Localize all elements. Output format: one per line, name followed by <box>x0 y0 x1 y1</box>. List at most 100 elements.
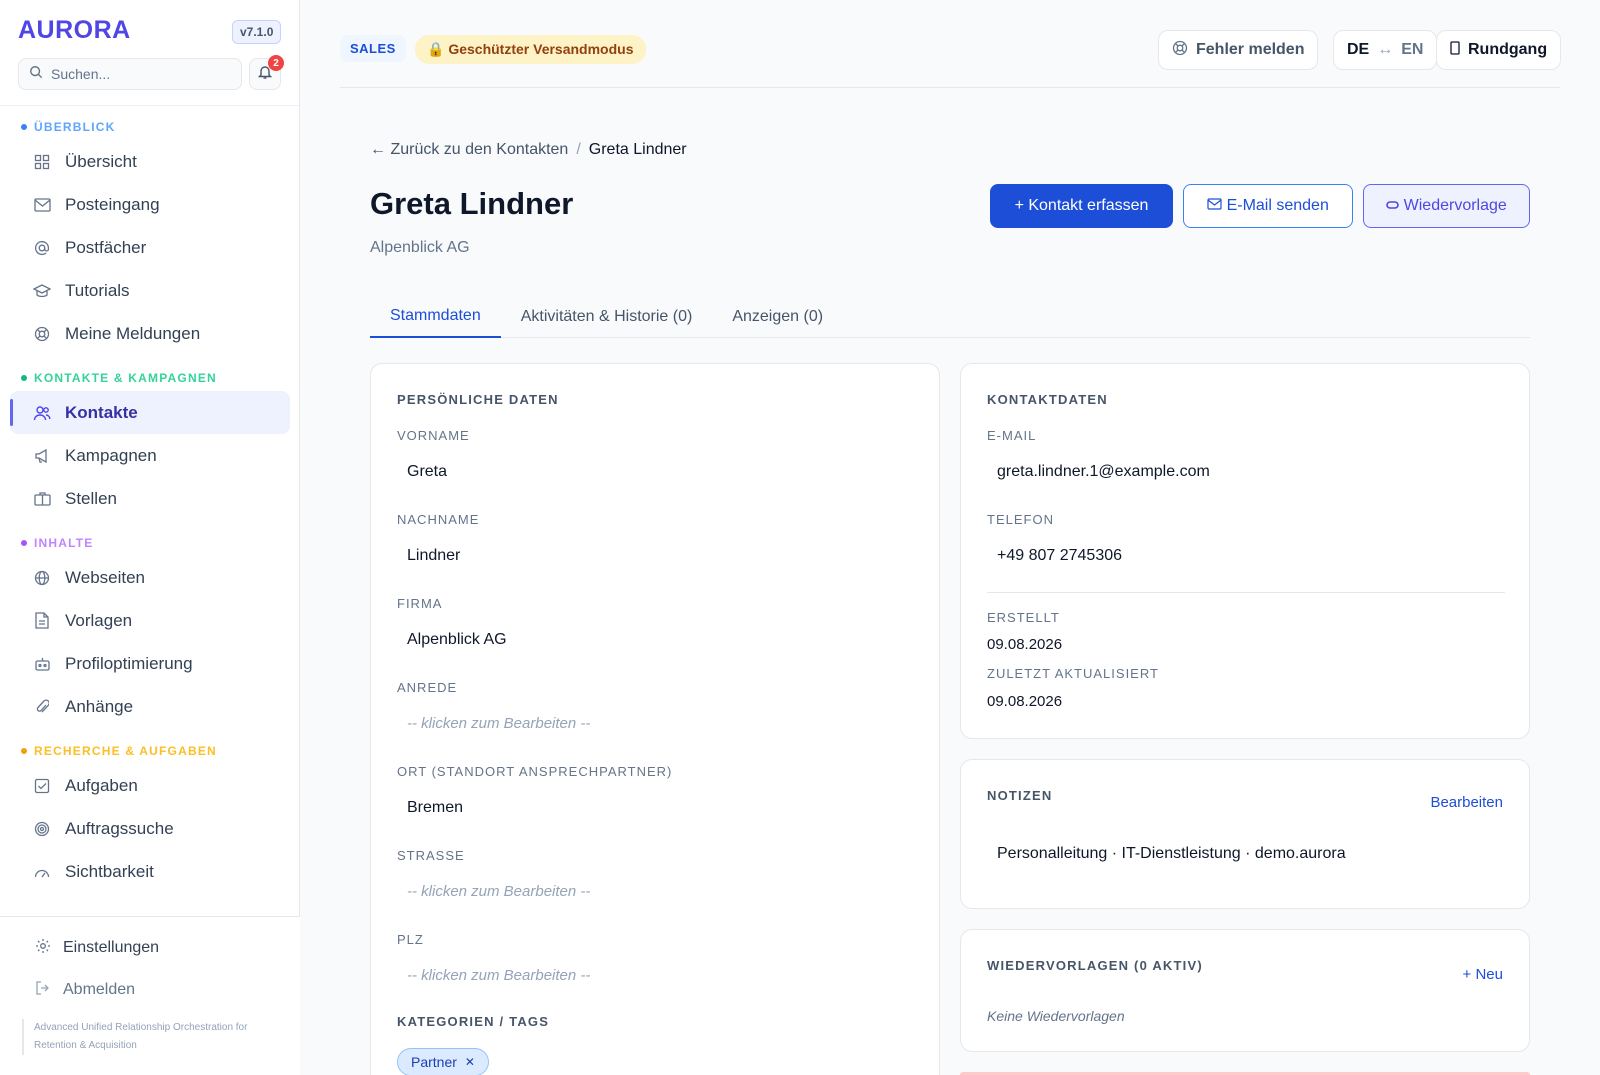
field-label: ANREDE <box>397 680 458 695</box>
gear-icon <box>35 938 51 959</box>
notification-count: 2 <box>268 55 284 71</box>
sidebar-item-templates[interactable]: Vorlagen <box>10 599 290 642</box>
field-label: TELEFON <box>987 512 1054 527</box>
section-title-research: RECHERCHE & AUFGABEN <box>0 740 300 762</box>
lock-icon: 🔒 <box>427 41 445 57</box>
field-label: FIRMA <box>397 596 443 611</box>
field-label: E-MAIL <box>987 428 1037 443</box>
notes-card: NOTIZEN Bearbeiten Personalleitung · IT-… <box>960 759 1530 909</box>
sidebar-item-job-search[interactable]: Auftragssuche <box>10 807 290 850</box>
edit-notes-button[interactable]: Bearbeiten <box>1430 794 1503 811</box>
sidebar-footer: Einstellungen Abmelden Advanced Unified … <box>0 916 300 1075</box>
graduation-cap-icon <box>33 282 51 300</box>
tab-activities[interactable]: Aktivitäten & Historie (0) <box>501 296 713 338</box>
sidebar-item-contacts[interactable]: Kontakte <box>10 391 290 434</box>
grid-icon <box>33 153 51 171</box>
zip-field[interactable]: -- klicken zum Bearbeiten -- <box>397 967 590 984</box>
language-toggle[interactable]: DE ↔ EN <box>1333 30 1438 70</box>
sidebar-item-profile-optimization[interactable]: Profiloptimierung <box>10 642 290 685</box>
lastname-field[interactable]: Lindner <box>397 547 460 565</box>
send-email-button[interactable]: E-Mail senden <box>1183 184 1353 228</box>
created-date: 09.08.2026 <box>987 636 1063 653</box>
divider <box>987 592 1505 593</box>
logout-button[interactable]: Abmelden <box>0 969 300 1011</box>
notes-text[interactable]: Personalleitung · IT-Dienstleistung · de… <box>987 845 1346 863</box>
megaphone-icon <box>33 447 51 465</box>
tag-list: Partner ✕ <box>397 1048 489 1075</box>
company-field[interactable]: Alpenblick AG <box>397 631 507 649</box>
field-label: PLZ <box>397 932 424 947</box>
version-badge: v7.1.0 <box>232 20 282 44</box>
notifications-button[interactable]: 2 <box>249 55 284 90</box>
logout-icon <box>35 980 51 1001</box>
app-logo[interactable]: AURORA <box>18 16 131 45</box>
report-bug-button[interactable]: Fehler melden <box>1158 30 1319 70</box>
sidebar: AURORA v7.1.0 2 ÜBERBLICK Übersicht Post… <box>0 0 300 1075</box>
follow-up-button[interactable]: Wiedervorlage <box>1363 184 1530 228</box>
protected-mode-badge: 🔒 Geschützter Versandmodus <box>415 35 646 64</box>
target-icon <box>33 820 51 838</box>
app-tagline: Advanced Unified Relationship Orchestrat… <box>22 1019 272 1055</box>
card-title: NOTIZEN <box>987 788 1053 803</box>
sidebar-item-campaigns[interactable]: Kampagnen <box>10 434 290 477</box>
street-field[interactable]: -- klicken zum Bearbeiten -- <box>397 883 590 900</box>
sidebar-header: AURORA v7.1.0 2 <box>0 0 299 106</box>
card-title: KONTAKTDATEN <box>987 392 1108 407</box>
close-icon[interactable]: ✕ <box>465 1055 475 1069</box>
section-title-contacts: KONTAKTE & KAMPAGNEN <box>0 367 300 389</box>
salutation-field[interactable]: -- klicken zum Bearbeiten -- <box>397 715 590 732</box>
section-title-contents: INHALTE <box>0 532 300 554</box>
paperclip-icon <box>33 698 51 716</box>
sidebar-nav: ÜBERBLICK Übersicht Posteingang Postfäch… <box>0 116 300 916</box>
lifebuoy-icon <box>33 325 51 343</box>
firstname-field[interactable]: Greta <box>397 463 447 481</box>
card-title: PERSÖNLICHE DATEN <box>397 392 559 407</box>
sidebar-item-jobs[interactable]: Stellen <box>10 477 290 520</box>
sidebar-item-tasks[interactable]: Aufgaben <box>10 764 290 807</box>
sidebar-item-visibility[interactable]: Sichtbarkeit <box>10 850 290 893</box>
field-label: VORNAME <box>397 428 470 443</box>
search-box <box>18 58 242 90</box>
sales-badge: SALES <box>340 35 406 62</box>
tab-ads[interactable]: Anzeigen (0) <box>712 296 843 338</box>
link-icon <box>1386 197 1399 215</box>
back-to-contacts-link[interactable]: ← Zurück zu den Kontakten <box>370 141 568 159</box>
document-icon <box>33 612 51 630</box>
tabs: Stammdaten Aktivitäten & Historie (0) An… <box>370 296 1530 338</box>
tag-chip: Partner ✕ <box>397 1048 489 1075</box>
settings-button[interactable]: Einstellungen <box>0 927 300 969</box>
sidebar-item-inbox[interactable]: Posteingang <box>10 183 290 226</box>
topbar: SALES 🔒 Geschützter Versandmodus Fehler … <box>340 0 1562 88</box>
field-label: ZULETZT AKTUALISIERT <box>987 666 1159 681</box>
add-contact-button[interactable]: + Kontakt erfassen <box>990 184 1173 228</box>
phone-field[interactable]: +49 807 2745306 <box>987 547 1122 565</box>
field-label: ORT (STANDORT ANSPRECHPARTNER) <box>397 764 673 779</box>
section-title-overview: ÜBERBLICK <box>0 116 300 138</box>
followups-empty: Keine Wiedervorlagen <box>987 1008 1125 1024</box>
lifebuoy-icon <box>1172 40 1188 61</box>
checkbox-icon <box>33 777 51 795</box>
breadcrumb: ← Zurück zu den Kontakten / Greta Lindne… <box>370 141 687 159</box>
sidebar-item-tutorials[interactable]: Tutorials <box>10 269 290 312</box>
page-subtitle: Alpenblick AG <box>370 239 470 256</box>
field-label: ERSTELLT <box>987 610 1060 625</box>
tour-button[interactable]: Rundgang <box>1436 30 1562 70</box>
sidebar-item-attachments[interactable]: Anhänge <box>10 685 290 728</box>
email-field[interactable]: greta.lindner.1@example.com <box>987 463 1210 481</box>
page-title: Greta Lindner <box>370 186 574 221</box>
new-followup-button[interactable]: + Neu <box>1463 966 1503 983</box>
at-icon <box>33 239 51 257</box>
tab-master-data[interactable]: Stammdaten <box>370 296 501 338</box>
breadcrumb-current: Greta Lindner <box>588 141 687 158</box>
search-input[interactable] <box>51 66 231 82</box>
field-label: STRASSE <box>397 848 465 863</box>
city-field[interactable]: Bremen <box>397 799 463 817</box>
contact-data-card: KONTAKTDATEN E-MAIL greta.lindner.1@exam… <box>960 363 1530 739</box>
sidebar-item-overview[interactable]: Übersicht <box>10 140 290 183</box>
globe-icon <box>33 569 51 587</box>
sidebar-item-websites[interactable]: Webseiten <box>10 556 290 599</box>
sidebar-item-mailboxes[interactable]: Postfächer <box>10 226 290 269</box>
gauge-icon <box>33 863 51 881</box>
card-title: WIEDERVORLAGEN (0 AKTIV) <box>987 958 1203 973</box>
sidebar-item-my-reports[interactable]: Meine Meldungen <box>10 312 290 355</box>
